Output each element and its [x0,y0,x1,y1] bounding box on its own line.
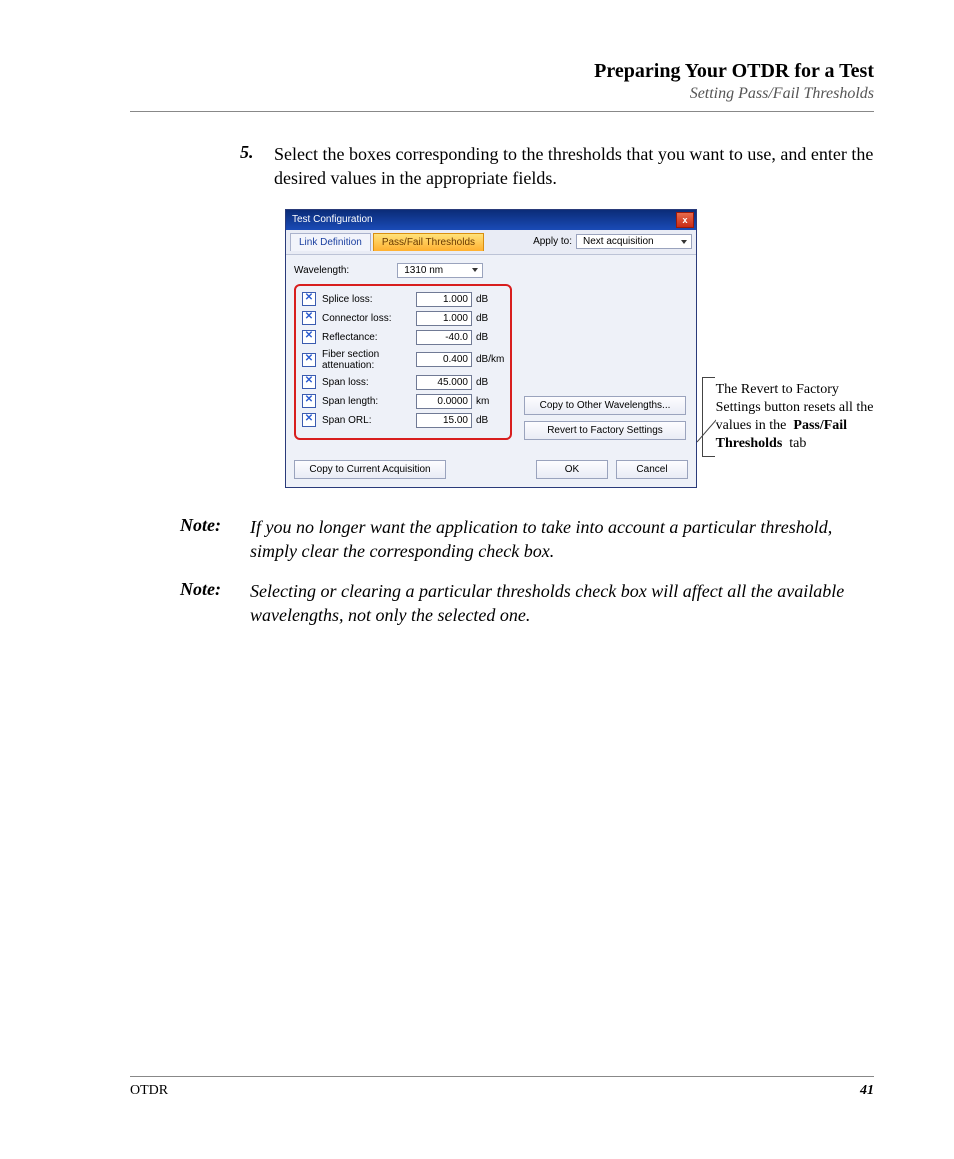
threshold-label: Fiber section attenuation: [322,349,412,371]
apply-to-select[interactable]: Next acquisition [576,234,692,249]
wavelength-select[interactable]: 1310 nm [397,263,483,278]
threshold-unit: dB/km [476,354,504,365]
threshold-unit: dB [476,377,504,388]
copy-to-other-wavelengths-button[interactable]: Copy to Other Wavelengths... [524,396,686,415]
threshold-row: ✕ Span ORL: 15.00 dB [302,413,504,428]
threshold-unit: km [476,396,504,407]
threshold-checkbox[interactable]: ✕ [302,330,316,344]
threshold-row: ✕ Span length: 0.0000 km [302,394,504,409]
threshold-checkbox[interactable]: ✕ [302,353,316,367]
threshold-input[interactable]: 0.0000 [416,394,472,409]
footer-divider [130,1076,874,1077]
threshold-unit: dB [476,313,504,324]
ok-button[interactable]: OK [536,460,608,479]
threshold-unit: dB [476,332,504,343]
threshold-checkbox[interactable]: ✕ [302,394,316,408]
threshold-input[interactable]: 0.400 [416,352,472,367]
threshold-row: ✕ Splice loss: 1.000 dB [302,292,504,307]
callout-line3: tab [786,436,807,451]
threshold-checkbox[interactable]: ✕ [302,311,316,325]
wavelength-value: 1310 nm [404,265,443,276]
copy-to-current-acquisition-button[interactable]: Copy to Current Acquisition [294,460,446,479]
tab-link-definition[interactable]: Link Definition [290,233,371,251]
threshold-unit: dB [476,415,504,426]
threshold-input[interactable]: -40.0 [416,330,472,345]
note-label-1: Note: [180,515,250,536]
threshold-input[interactable]: 15.00 [416,413,472,428]
threshold-row: ✕ Connector loss: 1.000 dB [302,311,504,326]
threshold-label: Splice loss: [322,294,412,305]
header-divider [130,111,874,112]
step-text: Select the boxes corresponding to the th… [274,142,874,191]
dialog-tabrow: Link Definition Pass/Fail Thresholds App… [286,230,696,255]
threshold-label: Reflectance: [322,332,412,343]
test-configuration-dialog: Test Configuration x Link Definition Pas… [285,209,697,488]
threshold-unit: dB [476,294,504,305]
threshold-checkbox[interactable]: ✕ [302,375,316,389]
revert-to-factory-settings-button[interactable]: Revert to Factory Settings [524,421,686,440]
dialog-titlebar: Test Configuration x [286,210,696,230]
threshold-row: ✕ Fiber section attenuation: 0.400 dB/km [302,349,504,371]
page-subtitle: Setting Pass/Fail Thresholds [130,85,874,103]
page-title: Preparing Your OTDR for a Test [130,60,874,83]
threshold-checkbox[interactable]: ✕ [302,413,316,427]
threshold-label: Span length: [322,396,412,407]
callout-text: The Revert to Factory Settings button re… [716,381,874,454]
threshold-row: ✕ Reflectance: -40.0 dB [302,330,504,345]
close-icon[interactable]: x [676,212,694,228]
threshold-label: Span ORL: [322,415,412,426]
threshold-checkbox[interactable]: ✕ [302,292,316,306]
footer-page-number: 41 [860,1083,874,1099]
dialog-title: Test Configuration [292,214,373,225]
apply-to-value: Next acquisition [583,236,654,247]
apply-to-label: Apply to: [533,236,572,247]
tab-pass-fail-thresholds[interactable]: Pass/Fail Thresholds [373,233,484,251]
note-text-2: Selecting or clearing a particular thres… [250,579,874,628]
cancel-button[interactable]: Cancel [616,460,688,479]
threshold-row: ✕ Span loss: 45.000 dB [302,375,504,390]
threshold-input[interactable]: 1.000 [416,292,472,307]
threshold-label: Connector loss: [322,313,412,324]
threshold-input[interactable]: 45.000 [416,375,472,390]
thresholds-group: ✕ Splice loss: 1.000 dB ✕ Connector loss: 1.00… [294,284,512,440]
note-text-1: If you no longer want the application to… [250,515,874,564]
threshold-label: Span loss: [322,377,412,388]
callout-bracket-icon [702,377,715,457]
wavelength-label: Wavelength: [294,265,349,276]
step-number: 5. [240,142,274,163]
note-label-2: Note: [180,579,250,600]
threshold-input[interactable]: 1.000 [416,311,472,326]
footer-product: OTDR [130,1083,168,1099]
